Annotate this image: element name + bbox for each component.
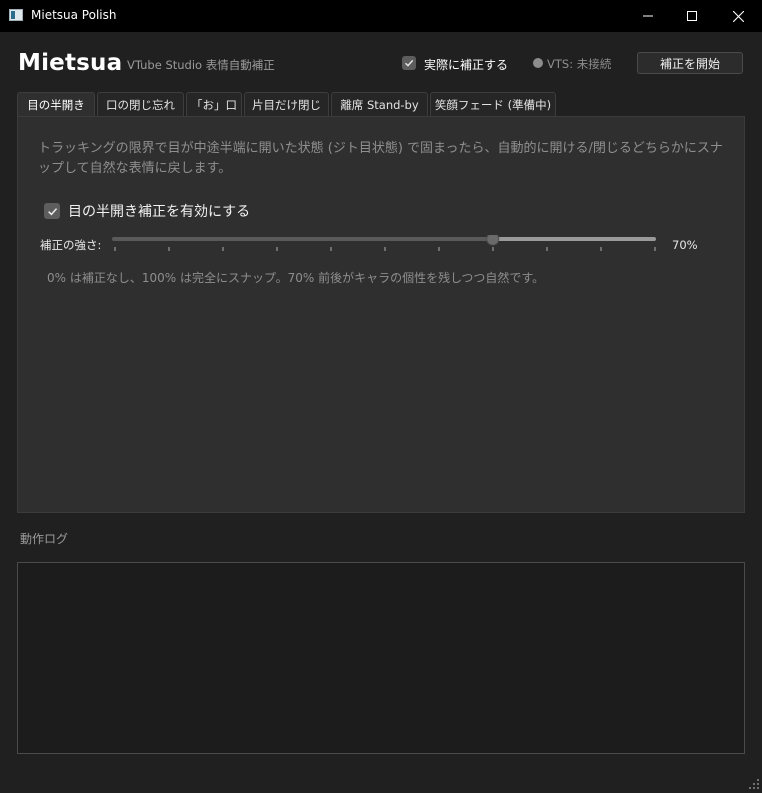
tab-o-mouth[interactable]: 「お」口 — [186, 92, 242, 116]
tab-mouth-left-open[interactable]: 口の閉じ忘れ — [97, 92, 184, 116]
tab-smile-fade[interactable]: 笑顔フェード (準備中) — [430, 92, 556, 116]
maximize-button[interactable] — [669, 0, 715, 32]
strength-hint: 0% は補正なし、100% は完全にスナップ。70% 前後がキャラの個性を残しつ… — [47, 271, 545, 285]
strength-slider[interactable] — [110, 235, 658, 257]
vts-status-text: VTS: 未接続 — [547, 57, 612, 71]
close-button[interactable] — [715, 0, 761, 32]
title-bar: Mietsua Polish — [0, 0, 762, 32]
auto-correct-label[interactable]: 実際に補正する — [424, 56, 508, 73]
app-brand-title: Mietsua — [18, 50, 123, 76]
start-correction-button[interactable]: 補正を開始 — [637, 52, 743, 74]
checkmark-icon — [47, 206, 58, 217]
resize-grip-icon[interactable] — [748, 778, 760, 790]
feature-description: トラッキングの限界で目が中途半端に開いた状態 (ジト目状態) で固まったら、自動… — [38, 141, 723, 176]
window-title: Mietsua Polish — [31, 8, 117, 22]
auto-correct-checkbox[interactable] — [402, 56, 416, 70]
slider-track-left — [112, 237, 493, 241]
enable-label[interactable]: 目の半開き補正を有効にする — [68, 201, 250, 221]
app-window-icon — [9, 9, 23, 21]
tab-standby[interactable]: 離席 Stand-by — [331, 92, 428, 116]
slider-handle[interactable] — [486, 235, 500, 246]
enable-checkbox[interactable] — [44, 203, 60, 219]
vts-status-dot-icon — [533, 58, 543, 68]
maximize-icon — [687, 11, 697, 21]
checkmark-icon — [404, 58, 414, 68]
log-label: 動作ログ — [20, 532, 69, 546]
app-subtitle: VTube Studio 表情自動補正 — [127, 58, 275, 72]
strength-value: 70% — [672, 238, 698, 252]
tab-one-eye-closed[interactable]: 片目だけ閉じ — [244, 92, 329, 116]
slider-track-right — [492, 237, 656, 241]
tab-half-open-eyes[interactable]: 目の半開き — [17, 92, 95, 117]
tab-panel: トラッキングの限界で目が中途半端に開いた状態 (ジト目状態) で固まったら、自動… — [17, 116, 745, 513]
close-icon — [732, 10, 744, 22]
strength-label: 補正の強さ: — [40, 238, 102, 252]
minimize-icon — [643, 11, 653, 21]
log-area[interactable] — [17, 562, 745, 754]
minimize-button[interactable] — [625, 0, 671, 32]
